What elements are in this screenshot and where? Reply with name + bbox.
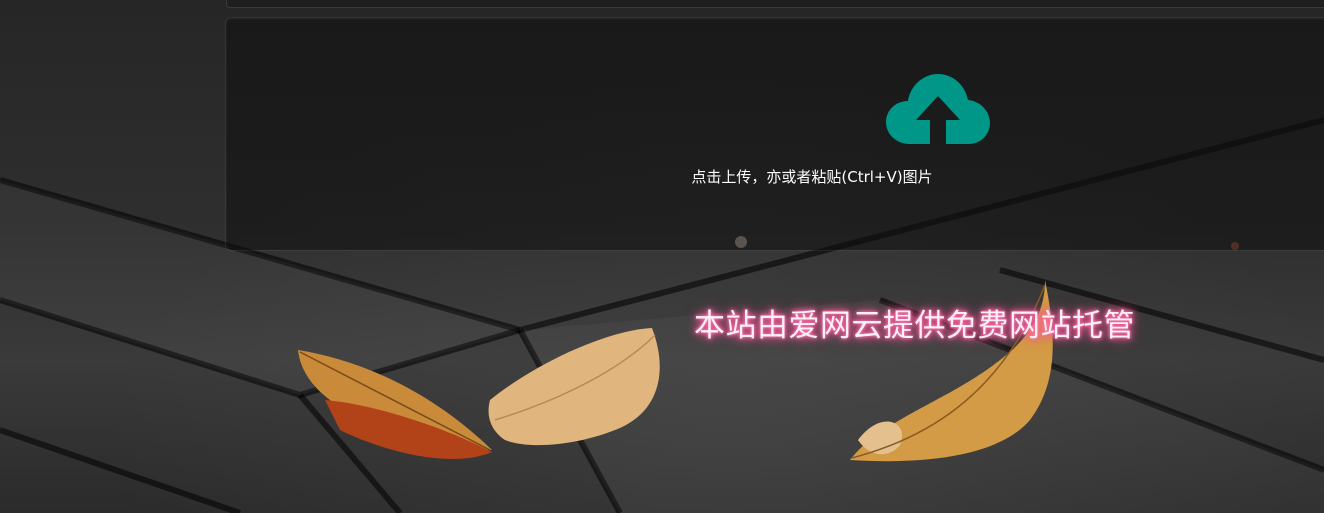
upload-dropzone[interactable]: 点击上传，亦或者粘贴(Ctrl+V)图片 bbox=[226, 18, 1324, 250]
top-panel-edge bbox=[226, 0, 1324, 8]
hosting-credit: 本站由爱网云提供免费网站托管 bbox=[694, 308, 1135, 344]
cloud-upload-icon bbox=[886, 74, 990, 144]
upload-instruction: 点击上传，亦或者粘贴(Ctrl+V)图片 bbox=[691, 168, 933, 186]
